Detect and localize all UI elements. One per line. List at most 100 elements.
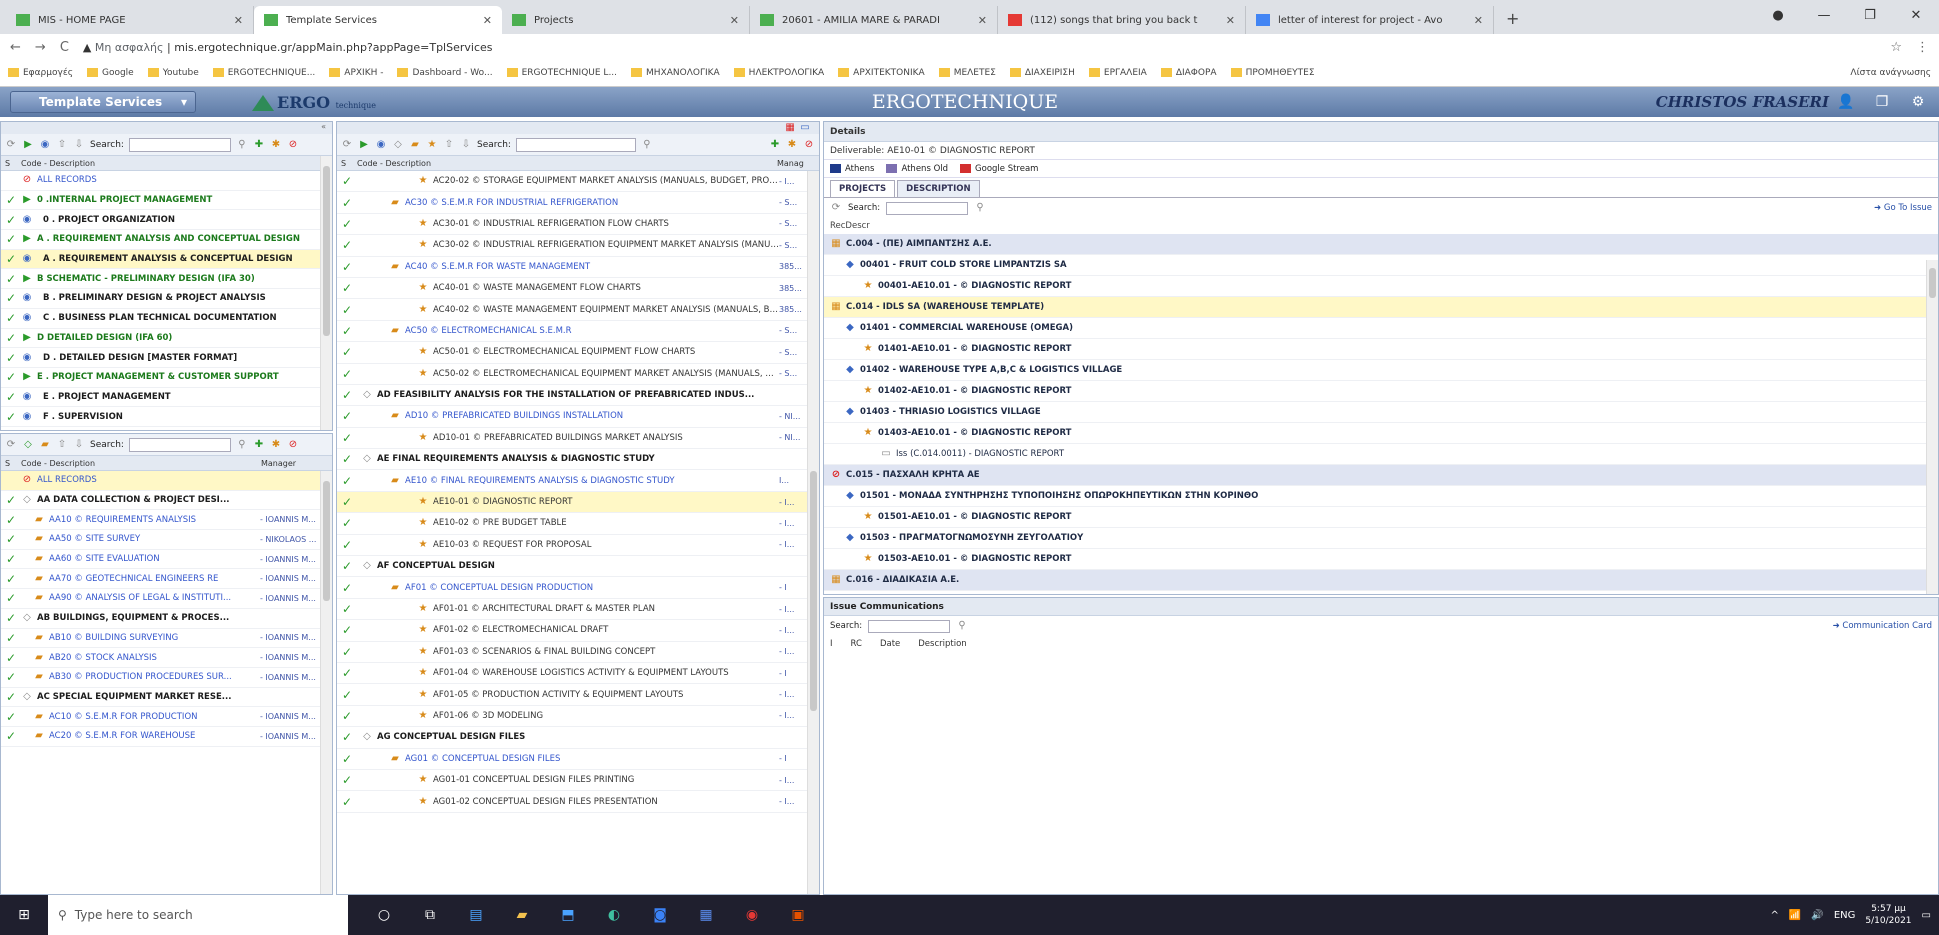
close-tab-icon[interactable]: ✕ [978,14,987,27]
tree-row[interactable]: ★ 01402-AE10.01 - © DIAGNOSTIC REPORT [824,381,1938,402]
close-tab-icon[interactable]: ✕ [1474,14,1483,27]
list-item[interactable]: ✓ ★ AC50-02 © ELECTROMECHANICAL EQUIPMENT … [337,364,819,385]
list-item[interactable]: ✓ ▰ AC30 © S.E.M.R FOR INDUSTRIAL REFRIGER… [337,192,819,214]
list-item[interactable]: ✓ ★ AF01-05 © PRODUCTION ACTIVITY & EQUIPM… [337,684,819,706]
reload-icon[interactable]: C [60,40,69,55]
list-item[interactable]: ✓ ▰ AA10 © REQUIREMENTS ANALYSIS - IOANNIS … [1,510,332,531]
grid-icon[interactable]: ▦ [784,122,796,134]
bookmark-item[interactable]: ΔΙΑΦΟΡΑ [1160,68,1217,78]
new-tab-button[interactable]: + [1506,9,1519,28]
list-item[interactable]: ✓ ◇ AC SPECIAL EQUIPMENT MARKET RESE... [1,688,332,708]
search-icon[interactable]: ⚲ [236,439,248,451]
file-explorer-icon[interactable]: ▰ [500,895,544,935]
volume-icon[interactable]: 🔊 [1811,910,1823,921]
list-item[interactable]: ✓ ★ AC40-02 © WASTE MANAGEMENT EQUIPMENT M… [337,299,819,321]
list-item[interactable]: ✓ ★ AE10-03 © REQUEST FOR PROPOSAL - I... [337,535,819,557]
disc-icon[interactable]: ◉ [375,139,387,151]
list-item[interactable]: ✓ ◇ AA DATA COLLECTION & PROJECT DESI... [1,491,332,511]
tree-row[interactable]: ◆ 00401 - FRUIT COLD STORE LIMPANTZIS SA [824,255,1938,276]
delete-icon[interactable]: ⊘ [287,139,299,151]
list-item[interactable]: ✓ ★ AF01-02 © ELECTROMECHANICAL DRAFT - I..… [337,620,819,642]
star-icon[interactable]: ★ [426,139,438,151]
bookmark-item[interactable]: ΠΡΟΜΗΘΕΥΤΕΣ [1230,68,1315,78]
details-link[interactable]: Google Stream [960,163,1038,174]
bookmark-item[interactable]: Google [86,68,134,78]
list-item[interactable]: ✓ ◇ AB BUILDINGS, EQUIPMENT & PROCES... [1,609,332,629]
cortana-icon[interactable]: ○ [362,895,406,935]
scrollbar[interactable] [1926,260,1938,594]
delete-icon[interactable]: ⊘ [803,139,815,151]
list-item[interactable]: ✓ ▶ B SCHEMATIC - PRELIMINARY DESIGN (IFA … [1,269,332,290]
home-icon[interactable]: ⇧ [443,139,455,151]
add-icon[interactable]: ✚ [253,139,265,151]
list-item[interactable]: ✓ ◉ A . REQUIREMENT ANALYSIS & CONCEPTUAL … [1,249,332,270]
tray-up-icon[interactable]: ^ [1771,910,1779,921]
browser-tab[interactable]: Template Services ✕ [254,6,502,34]
tree-row[interactable]: ★ 01401-AE10.01 - © DIAGNOSTIC REPORT [824,339,1938,360]
language-indicator[interactable]: ENG [1834,910,1856,921]
details-link[interactable]: Athens Old [886,163,948,174]
home-icon[interactable]: ⇧ [56,139,68,151]
bookmark-item[interactable]: ΜΕΛΕΤΕΣ [938,68,996,78]
list-item[interactable]: ⊘ ALL RECORDS [1,471,332,491]
tools-icon[interactable]: ✱ [270,139,282,151]
mail-icon[interactable]: ▤ [454,895,498,935]
windows-icon[interactable]: ❐ [1871,91,1893,113]
bookmark-item[interactable]: ΕΡΓΑΛΕΙΑ [1088,68,1147,78]
windows-start-icon[interactable]: ⊞ [0,895,48,935]
tree-row[interactable]: ★ 01403-AE10.01 - © DIAGNOSTIC REPORT [824,423,1938,444]
list-item[interactable]: ✓ ◇ AF CONCEPTUAL DESIGN [337,556,819,578]
list-item[interactable]: ✓ ◉ B . PRELIMINARY DESIGN & PROJECT ANALY… [1,289,332,309]
tree-row[interactable]: ★ 00401-AE10.01 - © DIAGNOSTIC REPORT [824,276,1938,297]
close-window-button[interactable]: ✕ [1893,8,1939,23]
sort-icon[interactable]: ⇩ [73,139,85,151]
bookmark-star-icon[interactable]: ☆ [1890,40,1902,55]
list-item[interactable]: ✓ ▶ E . PROJECT MANAGEMENT & CUSTOMER SUPP… [1,368,332,388]
powerpoint-icon[interactable]: ▣ [776,895,820,935]
tree-row[interactable]: ◆ 01403 - THRIASIO LOGISTICS VILLAGE [824,402,1938,423]
tree-row[interactable]: ◆01605 - Προμελέτη ΩΜΕΓΑ [824,591,1938,594]
search-icon[interactable]: ⚲ [236,139,248,151]
task-view-icon[interactable]: ⧉ [408,895,452,935]
url-field[interactable]: ▲ Μη ασφαλής | mis.ergotechnique.gr/appM… [83,41,1876,54]
search-input[interactable] [128,137,231,152]
list-item[interactable]: ✓ ▰ AC50 © ELECTROMECHANICAL S.E.M.R - S... [337,321,819,343]
play-icon[interactable]: ▶ [22,139,34,151]
bookmark-item[interactable]: Εφαρμογές [8,68,73,78]
list-item[interactable]: ✓ ▰ AA90 © ANALYSIS OF LEGAL & INSTITUTI..… [1,589,332,609]
diamond-icon[interactable]: ◇ [392,139,404,151]
tree-row[interactable]: ▦ C.004 - (ΠΕ) ΑΙΜΠΑΝΤΣΗΣ Α.Ε. [824,234,1938,255]
delete-icon[interactable]: ⊘ [287,439,299,451]
list-item[interactable]: ✓ ▰ AC10 © S.E.M.R FOR PRODUCTION - IOANNIS… [1,707,332,727]
maximize-button[interactable]: ❐ [1847,8,1893,23]
tree-row[interactable]: ◆ 01503 - ΠΡΑΓΜΑΤΟΓΝΩΜΟΣΥΝΗ ΖΕΥΓΟΛΑΤΙΟΥ [824,528,1938,549]
list-item[interactable]: ✓ ★ AF01-06 © 3D MODELING - I... [337,706,819,728]
tree-row[interactable]: ▦ C.016 - ΔΙΑΔΙΚΑΣΙΑ Α.Ε. [824,570,1938,591]
details-link[interactable]: Athens [830,163,874,174]
play-icon[interactable]: ▶ [358,139,370,151]
list-item[interactable]: ✓ ◉ F . SUPERVISION [1,407,332,427]
bookmark-item[interactable]: ERGOTECHNIQUE L... [506,68,617,78]
search-icon[interactable]: ⚲ [641,139,653,151]
search-input[interactable] [886,201,969,215]
calculator-icon[interactable]: ▦ [684,895,728,935]
sort-icon[interactable]: ⇩ [460,139,472,151]
browser-tab[interactable]: Projects ✕ [502,6,750,34]
list-item[interactable]: ✓ ▰ AG01 © CONCEPTUAL DESIGN FILES - I [337,749,819,770]
bookmark-item[interactable]: Dashboard - Wo... [397,68,493,78]
issue-column-header[interactable]: I [830,639,833,649]
list-item[interactable]: ⊘ ALL RECORDS [1,171,332,191]
refresh-icon[interactable]: ⟳ [830,202,842,214]
close-tab-icon[interactable]: ✕ [483,14,492,27]
clock[interactable]: 5:57 μμ 5/10/2021 [1865,903,1911,927]
list-item[interactable]: ✓ ◉ 0 . PROJECT ORGANIZATION [1,210,332,231]
list-item[interactable]: ✓ ▶ 0 .INTERNAL PROJECT MANAGEMENT [1,191,332,211]
add-icon[interactable]: ✚ [769,139,781,151]
list-item[interactable]: ✓ ▰ AA60 © SITE EVALUATION - IOANNIS M... [1,550,332,570]
forward-arrow-icon[interactable]: → [35,40,46,55]
communication-card-link[interactable]: ➜ Communication Card [1833,621,1932,631]
disc-icon[interactable]: ◉ [39,139,51,151]
tree-row[interactable]: ◆ 01501 - ΜΟΝΑΔΑ ΣΥΝΤΗΡΗΣΗΣ ΤΥΠΟΠΟΙΗΣΗΣ Ο… [824,486,1938,507]
list-item[interactable]: ✓ ▰ AC20 © S.E.M.R FOR WAREHOUSE - IOANNIS … [1,727,332,747]
browser-tab[interactable]: 20601 - AMILIA MARE & PARADI ✕ [750,6,998,34]
